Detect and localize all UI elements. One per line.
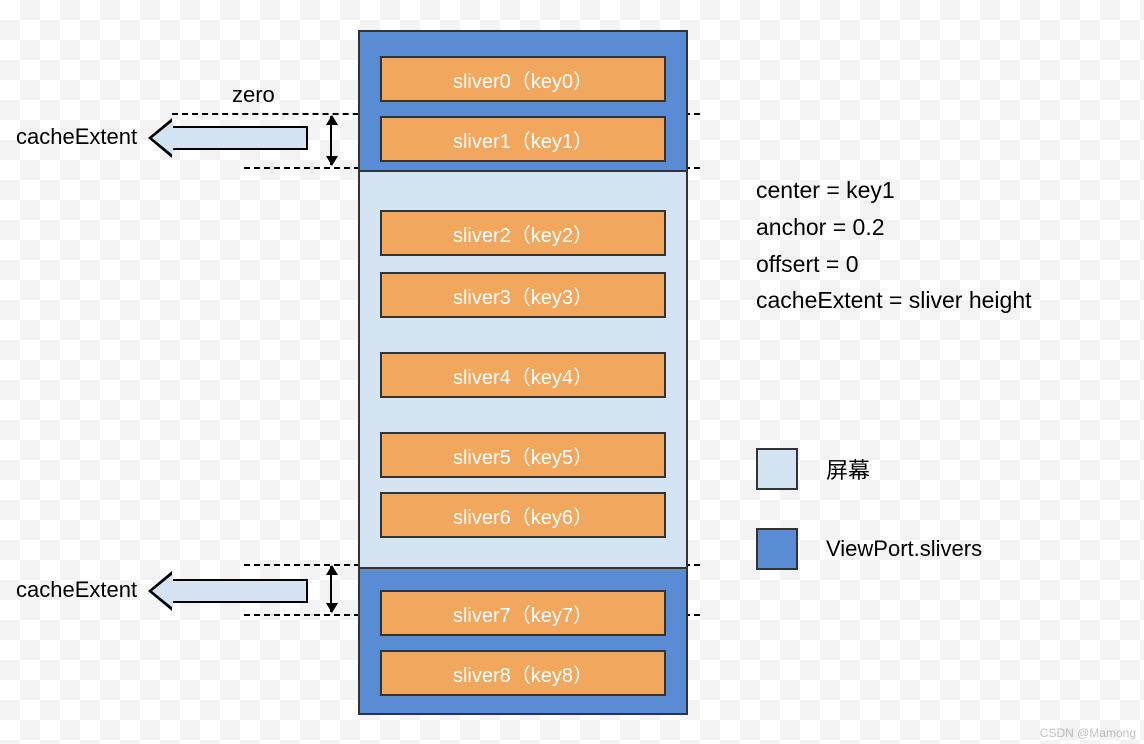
legend-viewport: ViewPort.slivers [756,528,982,570]
sliver-5: sliver5（key5） [380,432,666,478]
legend-viewport-label: ViewPort.slivers [826,536,982,562]
sliver-label: sliver6（key6） [453,501,593,530]
cache-extent-top-arrow-icon [170,126,308,150]
sliver-4: sliver4（key4） [380,352,666,398]
legend-screen-swatch-icon [756,448,798,490]
sliver-label: sliver3（key3） [453,281,593,310]
sliver-7: sliver7（key7） [380,590,666,636]
sliver-label: sliver8（key8） [453,659,593,688]
param-cacheextent: cacheExtent = sliver height [756,282,1032,319]
cache-extent-top-label: cacheExtent [16,124,137,150]
sliver-label: sliver2（key2） [453,219,593,248]
sliver-2: sliver2（key2） [380,210,666,256]
zero-label: zero [232,82,275,108]
sliver-label: sliver1（key1） [453,125,593,154]
legend-viewport-swatch-icon [756,528,798,570]
sliver-3: sliver3（key3） [380,272,666,318]
sliver-label: sliver7（key7） [453,599,593,628]
cache-extent-top-measure-icon [330,116,332,165]
param-anchor: anchor = 0.2 [756,209,1032,246]
sliver-6: sliver6（key6） [380,492,666,538]
sliver-1: sliver1（key1） [380,116,666,162]
cache-extent-bottom-measure-icon [330,566,332,612]
cache-extent-bottom-label: cacheExtent [16,577,137,603]
sliver-label: sliver0（key0） [453,65,593,94]
parameter-list: center = key1 anchor = 0.2 offsert = 0 c… [756,172,1032,319]
legend-screen-label: 屏幕 [826,453,870,485]
viewport-slivers-region: sliver0（key0） sliver1（key1） sliver2（key2… [358,30,688,715]
sliver-label: sliver5（key5） [453,441,593,470]
param-offset: offsert = 0 [756,246,1032,283]
sliver-0: sliver0（key0） [380,56,666,102]
sliver-8: sliver8（key8） [380,650,666,696]
sliver-label: sliver4（key4） [453,361,593,390]
param-center: center = key1 [756,172,1032,209]
legend-screen: 屏幕 [756,448,870,490]
watermark: CSDN @Mamong [1040,726,1136,740]
cache-extent-bottom-arrow-icon [170,579,308,603]
